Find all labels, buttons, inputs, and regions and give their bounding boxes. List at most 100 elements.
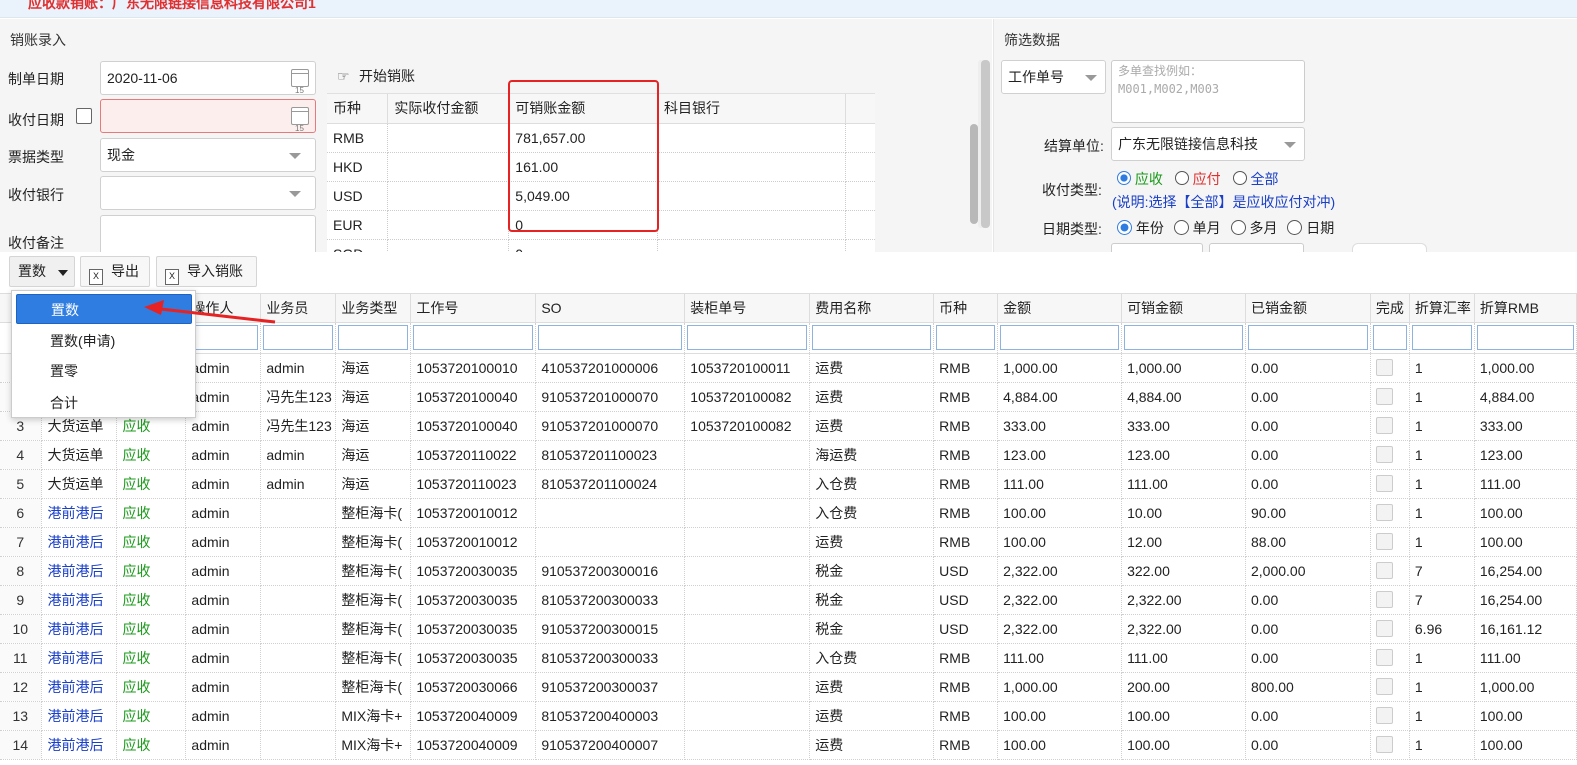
start-write-off-button[interactable]: ☞ 开始销账 <box>337 66 415 86</box>
table-cell: 6.96 <box>1409 614 1475 644</box>
column-header[interactable]: SO <box>535 294 686 323</box>
table-row[interactable]: admin admin 海运 1053720100010 410537201000006… <box>0 353 1577 383</box>
pay-date-field[interactable]: 15 <box>100 99 316 133</box>
remark-field[interactable] <box>100 215 316 252</box>
table-row[interactable]: 7 港前港后 应收 admin 整柜海卡(1053720010012 运费 RMB 100.0… <box>0 527 1577 557</box>
done-checkbox[interactable] <box>1375 388 1393 406</box>
table-row[interactable]: 4 大货运单 应收 admin admin 海运 1053720110022 81053720… <box>0 440 1577 470</box>
table-cell: 海运 <box>335 469 412 499</box>
done-checkbox[interactable] <box>1375 446 1393 464</box>
column-filter-input[interactable] <box>538 325 683 350</box>
table-row[interactable]: 11 港前港后 应收 admin 整柜海卡(1053720030035 810537200… <box>0 643 1577 673</box>
column-filter-input[interactable] <box>1247 325 1368 350</box>
table-row[interactable]: 5 大货运单 应收 admin admin 海运 1053720110023 81053720… <box>0 469 1577 499</box>
column-header[interactable]: 完成 <box>1370 294 1410 323</box>
doc-type-select[interactable]: 现金 <box>100 138 316 172</box>
currency-cell[interactable] <box>387 239 510 252</box>
done-cell <box>1370 411 1410 441</box>
radio-multi-month[interactable]: 多月 <box>1230 220 1277 236</box>
column-filter-input[interactable] <box>263 325 334 350</box>
column-header[interactable]: 币种 <box>933 294 999 323</box>
done-checkbox[interactable] <box>1375 591 1393 609</box>
table-row[interactable]: 13 港前港后 应收 admin MIX海卡+ 1053720040009 81053720… <box>0 701 1577 731</box>
table-row[interactable]: 14 港前港后 应收 admin MIX海卡+ 1053720040009 91053720… <box>0 730 1577 760</box>
done-checkbox[interactable] <box>1375 417 1393 435</box>
menu-item-total[interactable]: 合计 <box>16 388 192 418</box>
multi-search-input[interactable]: 多单查找例如： M001,M002,M003 <box>1111 60 1305 123</box>
column-filter-input[interactable] <box>338 325 409 350</box>
bill-date-field[interactable]: 2020-11-06 15 <box>100 61 316 95</box>
import-write-off-button[interactable]: X 导入销账 <box>156 256 257 287</box>
filter-cell <box>1409 322 1475 354</box>
radio-single-month[interactable]: 单月 <box>1173 220 1221 236</box>
column-filter-input[interactable] <box>1124 325 1243 350</box>
column-filter-input[interactable] <box>687 325 808 350</box>
currency-cell[interactable] <box>387 152 510 182</box>
table-cell: 100.00 <box>997 527 1123 557</box>
table-row[interactable]: 8 港前港后 应收 admin 整柜海卡(1053720030035 9105372003… <box>0 556 1577 586</box>
column-filter-input[interactable] <box>1372 325 1407 350</box>
radio-receivable[interactable]: 应收 <box>1117 171 1163 187</box>
done-checkbox[interactable] <box>1375 649 1393 667</box>
scrollbar-thumb[interactable] <box>981 60 990 228</box>
column-header[interactable]: 可销金额 <box>1121 294 1246 323</box>
done-checkbox[interactable] <box>1375 533 1393 551</box>
currency-cell: 0 <box>508 239 659 252</box>
column-filter-input[interactable] <box>1000 325 1120 350</box>
export-button[interactable]: X 导出 <box>80 256 150 287</box>
radio-payable[interactable]: 应付 <box>1174 171 1221 187</box>
work-no-select[interactable]: 工作单号 <box>1001 60 1106 94</box>
calendar-icon[interactable]: 15 <box>291 69 309 95</box>
table-cell: 100.00 <box>997 701 1123 731</box>
table-row[interactable]: admin 冯先生123 海运 1053720100040 91053720100007… <box>0 382 1577 412</box>
table-cell: 1053720030035 <box>410 585 537 615</box>
done-checkbox[interactable] <box>1375 678 1393 696</box>
table-cell <box>260 498 337 528</box>
column-header[interactable]: 折算汇率 <box>1409 294 1475 323</box>
table-row[interactable]: 12 港前港后 应收 admin 整柜海卡(1053720030066 910537200… <box>0 672 1577 702</box>
column-filter-input[interactable] <box>936 325 996 350</box>
table-row[interactable]: 6 港前港后 应收 admin 整柜海卡(1053720010012 入仓费 RMB 100.… <box>0 498 1577 528</box>
column-header[interactable]: 已销金额 <box>1245 294 1371 323</box>
settle-unit-select[interactable]: 广东无限链接信息科技 <box>1111 127 1305 161</box>
table-cell: MIX海卡+ <box>335 701 412 731</box>
table-cell: admin <box>260 353 337 383</box>
done-checkbox[interactable] <box>1375 707 1393 725</box>
column-filter-input[interactable] <box>413 325 534 350</box>
table-cell: 大货运单 <box>41 440 118 470</box>
calendar-icon[interactable]: 15 <box>291 107 309 133</box>
column-header[interactable]: 费用名称 <box>809 294 935 323</box>
panel-scrollbar[interactable] <box>969 60 990 228</box>
done-checkbox[interactable] <box>1375 620 1393 638</box>
done-checkbox[interactable] <box>1375 562 1393 580</box>
scrollbar-thumb[interactable] <box>970 124 978 224</box>
done-checkbox[interactable] <box>1375 504 1393 522</box>
menu-item-zhishu-apply[interactable]: 置数(申请) <box>16 326 192 356</box>
pay-date-checkbox[interactable] <box>76 108 92 124</box>
radio-all[interactable]: 全部 <box>1232 171 1278 187</box>
radio-date[interactable]: 日期 <box>1287 220 1334 236</box>
done-checkbox[interactable] <box>1375 359 1393 377</box>
radio-year[interactable]: 年份 <box>1117 220 1164 236</box>
column-header[interactable]: 工作号 <box>410 294 537 323</box>
column-header[interactable]: 装柜单号 <box>684 294 811 323</box>
done-checkbox[interactable] <box>1375 475 1393 493</box>
table-row[interactable]: 10 港前港后 应收 admin 整柜海卡(1053720030035 910537200… <box>0 614 1577 644</box>
pay-bank-select[interactable] <box>100 176 316 210</box>
table-row[interactable]: 9 港前港后 应收 admin 整柜海卡(1053720030035 8105372003… <box>0 585 1577 615</box>
column-filter-input[interactable] <box>1476 325 1574 350</box>
currency-cell[interactable] <box>387 210 510 240</box>
currency-cell[interactable] <box>387 123 510 153</box>
column-header[interactable]: 业务类型 <box>335 294 412 323</box>
done-checkbox[interactable] <box>1375 736 1393 754</box>
column-filter-input[interactable] <box>188 325 259 350</box>
column-header[interactable]: 折算RMB <box>1474 294 1577 323</box>
table-row[interactable]: 3 大货运单 应收 admin 冯先生123 海运 1053720100040 9105372… <box>0 411 1577 441</box>
column-filter-input[interactable] <box>812 325 932 350</box>
menu-item-zero[interactable]: 置零 <box>16 356 192 386</box>
column-filter-input[interactable] <box>1411 325 1472 350</box>
currency-cell[interactable] <box>387 181 510 211</box>
zhishu-menu-button[interactable]: 置数 <box>9 256 75 287</box>
column-header[interactable]: 金额 <box>997 294 1123 323</box>
table-cell <box>684 440 811 470</box>
